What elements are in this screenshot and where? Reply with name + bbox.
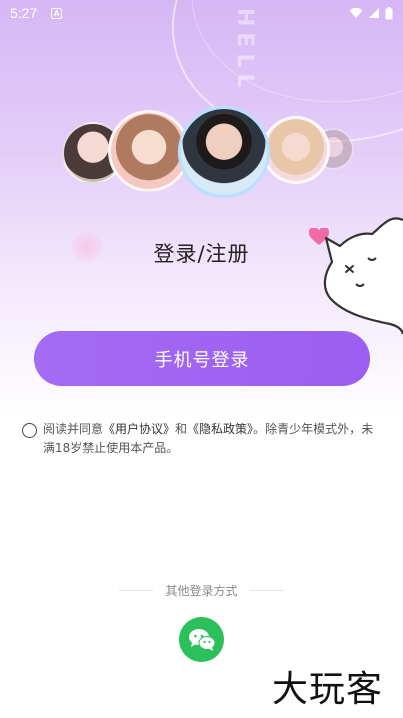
cat-mascot-icon xyxy=(323,217,403,335)
divider-line-right xyxy=(249,590,284,591)
user-agreement-link[interactable]: 《用户协议》 xyxy=(103,422,175,436)
agreement: 阅读并同意《用户协议》和《隐私政策》。除青少年模式外，未满18岁禁止使用本产品。 xyxy=(22,420,382,458)
wechat-login-button[interactable] xyxy=(179,617,224,662)
agreement-prefix: 阅读并同意 xyxy=(43,422,104,436)
page-title: 登录/注册 xyxy=(153,242,250,266)
wechat-icon xyxy=(188,628,215,651)
avatar-carousel xyxy=(0,0,403,210)
other-login-label: 其他登录方式 xyxy=(165,584,238,598)
divider-line-left xyxy=(119,590,154,591)
avatar-boy-center xyxy=(178,106,270,198)
agreement-and: 和 xyxy=(175,422,188,436)
other-login-divider: 其他登录方式 xyxy=(0,582,403,599)
watermark-logo: 大玩客 xyxy=(272,669,384,710)
phone-login-button[interactable]: 手机号登录 xyxy=(34,331,370,386)
agreement-checkbox[interactable] xyxy=(22,423,37,438)
privacy-policy-link[interactable]: 《隐私政策》 xyxy=(187,422,253,436)
agreement-text: 阅读并同意《用户协议》和《隐私政策》。除青少年模式外，未满18岁禁止使用本产品。 xyxy=(43,420,382,458)
avatar-girl-right xyxy=(262,116,330,184)
